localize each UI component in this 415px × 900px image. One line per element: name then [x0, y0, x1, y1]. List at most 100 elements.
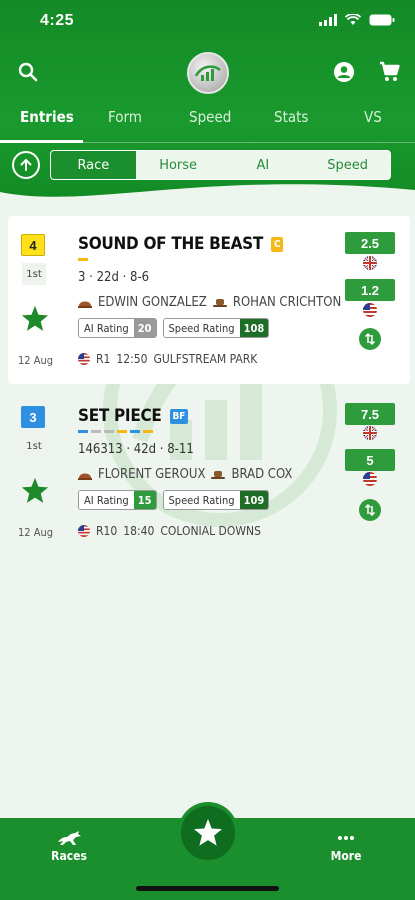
- more-dots-icon: [338, 836, 354, 840]
- favourite-star-icon[interactable]: [20, 304, 50, 334]
- nav-more[interactable]: More: [316, 830, 376, 863]
- race-info[interactable]: R1 12:50 GULFSTREAM PARK: [78, 352, 257, 366]
- trainer-hat-icon: [211, 470, 226, 479]
- ratings: AI Rating 20 Speed Rating 108: [78, 318, 270, 338]
- race-time: 18:40: [123, 524, 155, 538]
- jockey-helmet-icon: [78, 301, 92, 308]
- favourite-star-icon[interactable]: [20, 476, 50, 506]
- nav-races[interactable]: Races: [39, 830, 99, 863]
- app-logo: [187, 52, 229, 94]
- trainer-hat-icon: [212, 298, 227, 307]
- horse-tag-badge: BF: [169, 408, 188, 424]
- home-indicator: [136, 886, 279, 891]
- scroll-up-button[interactable]: [12, 151, 40, 179]
- us-flag-icon: [363, 303, 377, 317]
- favourites-button[interactable]: [178, 803, 238, 863]
- segment-race[interactable]: Race: [51, 151, 136, 179]
- segment-ai[interactable]: AI: [221, 151, 306, 179]
- swap-arrows-icon: [364, 504, 376, 516]
- cart-icon[interactable]: [376, 58, 404, 86]
- ai-rating-label: AI Rating: [79, 491, 134, 509]
- us-flag-icon: [78, 525, 90, 537]
- entry-card[interactable]: 3 1st 12 Aug SET PIECE BF 146313 · 42d ·…: [8, 388, 410, 556]
- compare-odds-button[interactable]: [359, 328, 381, 350]
- battery-icon: [369, 14, 395, 26]
- star-icon: [194, 819, 222, 846]
- ai-rating-label: AI Rating: [79, 319, 134, 337]
- trainer-name[interactable]: ROHAN CRICHTON: [233, 295, 341, 310]
- search-icon[interactable]: [14, 58, 42, 86]
- horse-racing-icon: [58, 831, 81, 845]
- connections: EDWIN GONZALEZ ROHAN CRICHTON: [78, 295, 341, 310]
- tab-form[interactable]: Form: [108, 108, 142, 126]
- speed-rating: Speed Rating 108: [162, 318, 270, 338]
- silks-colors: [78, 430, 153, 433]
- jockey-helmet-icon: [78, 473, 92, 480]
- connections: FLORENT GEROUX BRAD COX: [78, 467, 292, 482]
- main-tabs: Entries Form Speed Stats VS: [0, 108, 415, 143]
- race-number: R1: [96, 352, 111, 366]
- uk-flag-icon: [363, 256, 377, 270]
- race-time: 12:50: [116, 352, 148, 366]
- segment-speed[interactable]: Speed: [305, 151, 390, 179]
- sort-segmented-control: Race Horse AI Speed: [50, 150, 391, 180]
- speed-rating: Speed Rating 109: [162, 490, 270, 510]
- tab-vs[interactable]: VS: [364, 108, 382, 126]
- tab-entries[interactable]: Entries: [20, 108, 74, 126]
- odds-us-button[interactable]: 1.2: [345, 279, 395, 301]
- ai-rating: AI Rating 15: [78, 490, 157, 510]
- race-date: 12 Aug: [18, 354, 54, 367]
- us-flag-icon: [78, 353, 90, 365]
- compare-odds-button[interactable]: [359, 499, 381, 521]
- saddlecloth-number: 4: [21, 234, 45, 256]
- status-icons: [319, 14, 395, 26]
- horse-tag-badge: C: [271, 236, 284, 252]
- ratings: AI Rating 15 Speed Rating 109: [78, 490, 270, 510]
- finish-place: 1st: [22, 263, 46, 285]
- signal-icon: [319, 14, 337, 26]
- trainer-name[interactable]: BRAD COX: [231, 467, 292, 482]
- silks-colors: [78, 258, 88, 261]
- account-icon[interactable]: [330, 58, 358, 86]
- status-bar: 4:25: [0, 12, 415, 34]
- ai-rating-value: 20: [133, 319, 156, 337]
- speed-rating-value: 109: [239, 491, 269, 509]
- tab-stats[interactable]: Stats: [274, 108, 308, 126]
- segment-horse[interactable]: Horse: [136, 151, 221, 179]
- odds-uk-button[interactable]: 7.5: [345, 403, 395, 425]
- us-flag-icon: [363, 472, 377, 486]
- uk-flag-icon: [363, 426, 377, 440]
- ai-rating-value: 15: [133, 491, 156, 509]
- race-date: 12 Aug: [18, 526, 54, 539]
- saddlecloth-number: 3: [21, 406, 45, 428]
- course-name: COLONIAL DOWNS: [160, 524, 261, 538]
- race-number: R10: [96, 524, 118, 538]
- ai-rating: AI Rating 20: [78, 318, 157, 338]
- race-info[interactable]: R10 18:40 COLONIAL DOWNS: [78, 524, 261, 538]
- speed-rating-value: 108: [239, 319, 269, 337]
- horse-name-text: SET PIECE: [78, 406, 162, 426]
- horse-name[interactable]: SET PIECE BF: [78, 406, 188, 426]
- swap-arrows-icon: [364, 333, 376, 345]
- course-name: GULFSTREAM PARK: [153, 352, 258, 366]
- horse-name-text: SOUND OF THE BEAST: [78, 234, 264, 254]
- form-line: 146313 · 42d · 8-11: [78, 442, 194, 457]
- arrow-up-icon: [20, 158, 32, 171]
- status-time: 4:25: [40, 12, 75, 29]
- entry-card[interactable]: 4 1st 12 Aug SOUND OF THE BEAST C 3 · 22…: [8, 216, 410, 384]
- odds-uk-button[interactable]: 2.5: [345, 232, 395, 254]
- logo-icon: [194, 65, 221, 81]
- nav-races-label: Races: [51, 849, 87, 863]
- odds-us-button[interactable]: 5: [345, 449, 395, 471]
- finish-place: 1st: [22, 435, 46, 457]
- jockey-name[interactable]: FLORENT GEROUX: [98, 467, 205, 482]
- jockey-name[interactable]: EDWIN GONZALEZ: [98, 295, 207, 310]
- speed-rating-label: Speed Rating: [163, 319, 240, 337]
- speed-rating-label: Speed Rating: [163, 491, 240, 509]
- tab-speed[interactable]: Speed: [189, 108, 231, 126]
- horse-name[interactable]: SOUND OF THE BEAST C: [78, 234, 284, 254]
- tab-active-indicator: [0, 140, 83, 143]
- form-line: 3 · 22d · 8-6: [78, 270, 150, 285]
- nav-more-label: More: [330, 849, 362, 863]
- wifi-icon: [345, 14, 361, 25]
